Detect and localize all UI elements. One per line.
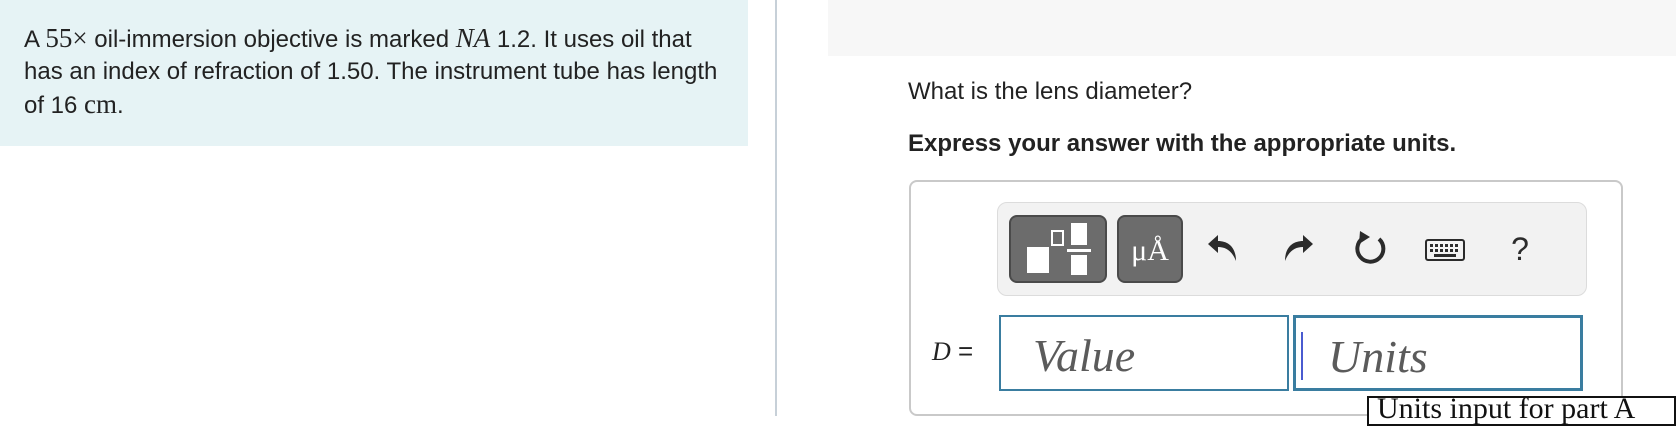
value-input[interactable]: Value	[999, 315, 1289, 391]
help-icon: ?	[1511, 231, 1529, 267]
units-input[interactable]: Units	[1293, 315, 1583, 391]
math-toolbar: μÅ ?	[997, 202, 1587, 296]
units-button[interactable]: μÅ	[1117, 215, 1183, 283]
numerical-aperture-symbol: NA	[455, 23, 491, 53]
answer-variable-label: D =	[932, 336, 973, 367]
magnification: 55×	[45, 23, 88, 53]
help-button[interactable]: ?	[1496, 225, 1544, 273]
problem-text-4: .	[117, 92, 124, 119]
problem-statement: A 55× oil-immersion objective is marked …	[24, 22, 734, 122]
part-header-band	[828, 0, 1676, 56]
value-placeholder: Value	[1033, 330, 1136, 381]
keyboard-icon	[1425, 239, 1465, 261]
length-unit: cm	[84, 89, 118, 119]
panel-divider	[775, 0, 777, 416]
templates-icon	[1027, 223, 1091, 275]
tooltip-text: Units input for part A	[1377, 396, 1636, 425]
undo-icon	[1208, 235, 1236, 261]
equals-sign: =	[950, 336, 974, 366]
reset-button[interactable]	[1346, 225, 1394, 273]
question-text: What is the lens diameter?	[908, 78, 1193, 105]
undo-button[interactable]	[1200, 225, 1248, 273]
redo-icon	[1285, 235, 1313, 261]
variable-symbol: D	[932, 337, 951, 366]
units-tooltip: Units input for part A	[1367, 396, 1676, 426]
keyboard-button[interactable]	[1421, 225, 1469, 273]
text-caret	[1301, 332, 1303, 380]
reset-icon	[1355, 231, 1386, 264]
problem-statement-box: A 55× oil-immersion objective is marked …	[0, 0, 748, 146]
redo-button[interactable]	[1273, 225, 1321, 273]
templates-button[interactable]	[1009, 215, 1107, 283]
problem-text-2: oil-immersion objective is marked	[87, 26, 456, 53]
problem-text-1: A	[24, 26, 46, 53]
units-icon: μÅ	[1131, 234, 1169, 267]
instruction-text: Express your answer with the appropriate…	[908, 130, 1457, 157]
units-placeholder: Units	[1328, 331, 1428, 382]
